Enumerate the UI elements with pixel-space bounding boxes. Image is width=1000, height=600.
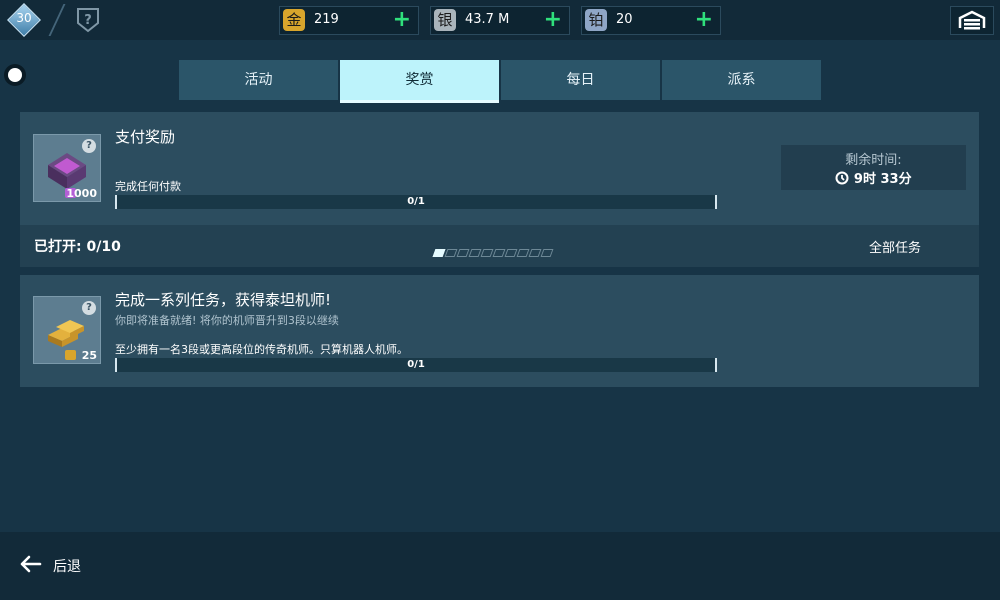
tab-rewards[interactable]: 奖赏 — [340, 60, 499, 103]
timer-value: 9时 33分 — [781, 168, 966, 187]
card-subtitle: 你即将准备就绪! 将你的机师晋升到3段以继续 — [115, 314, 339, 327]
gold-resource: 金 219 + — [279, 6, 419, 35]
add-silver-button[interactable]: + — [544, 7, 562, 33]
divider — [48, 4, 66, 36]
timer-label: 剩余时间: — [845, 153, 902, 168]
page-dot — [492, 249, 506, 257]
help-shield-icon[interactable]: ? — [76, 7, 100, 33]
back-arrow-icon[interactable] — [18, 554, 42, 578]
payment-reward-card: ? 1000 支付奖励 完成任何付款 0/1 剩余时间: 9时 33分 — [20, 112, 979, 225]
reward-quantity: 25 — [81, 349, 97, 362]
bottom-bar: 后退 — [0, 532, 1000, 600]
hangar-icon — [958, 10, 986, 30]
all-tasks-button[interactable]: 全部任务 — [869, 237, 921, 256]
page-dot — [468, 249, 482, 257]
top-bar: 30 ? 金 219 + 银 43.7 M + 铂 20 + — [0, 0, 1000, 40]
remaining-time-box: 剩余时间: 9时 33分 — [781, 145, 966, 190]
card-title: 完成一系列任务，获得泰坦机师! — [115, 291, 332, 309]
tab-daily[interactable]: 每日 — [501, 60, 660, 100]
tab-activity[interactable]: 活动 — [179, 60, 338, 100]
page-indicator — [432, 242, 554, 257]
platinum-amount: 20 — [616, 12, 633, 27]
progress-bar: 0/1 — [115, 358, 717, 372]
platinum-resource: 铂 20 + — [581, 6, 721, 35]
page-dot — [480, 249, 494, 257]
page-dot — [456, 249, 470, 257]
reward-quantity: 1000 — [66, 187, 97, 200]
pilot-mission-card: ? 25 完成一系列任务，获得泰坦机师! 你即将准备就绪! 将你的机师晋升到3段… — [20, 275, 979, 387]
hangar-button[interactable] — [950, 6, 994, 35]
player-level-badge[interactable]: 30 — [7, 3, 41, 37]
page-dot — [432, 249, 446, 257]
silver-amount: 43.7 M — [465, 12, 510, 27]
info-icon[interactable]: ? — [82, 139, 96, 153]
side-menu-toggle[interactable] — [4, 64, 26, 86]
opened-count: 已打开: 0/10 — [34, 239, 121, 255]
reward-thumbnail[interactable]: ? 25 — [33, 296, 101, 364]
progress-text: 0/1 — [407, 359, 425, 370]
gold-amount: 219 — [314, 12, 339, 27]
info-icon[interactable]: ? — [82, 301, 96, 315]
task-text: 至少拥有一名3段或更高段位的传奇机师。只算机器人机师。 — [115, 343, 408, 356]
platinum-coin-icon: 铂 — [585, 9, 607, 31]
add-gold-button[interactable]: + — [393, 7, 411, 33]
page-dot — [528, 249, 542, 257]
card-title: 支付奖励 — [115, 128, 176, 146]
page-dot — [504, 249, 518, 257]
back-button[interactable]: 后退 — [53, 556, 81, 576]
player-level: 30 — [16, 11, 32, 25]
page-dot — [540, 249, 554, 257]
progress-text: 0/1 — [407, 196, 425, 207]
reward-thumbnail[interactable]: ? 1000 — [33, 134, 101, 202]
page-dot — [516, 249, 530, 257]
timer-value-text: 9时 33分 — [853, 172, 912, 187]
add-platinum-button[interactable]: + — [695, 7, 713, 33]
gold-coin-icon: 金 — [283, 9, 305, 31]
progress-bar: 0/1 — [115, 195, 717, 209]
silver-resource: 银 43.7 M + — [430, 6, 570, 35]
task-text: 完成任何付款 — [115, 180, 181, 193]
page-dot — [444, 249, 458, 257]
svg-text:?: ? — [84, 13, 92, 28]
clock-icon — [835, 171, 849, 185]
gold-mini-icon — [65, 350, 76, 360]
tab-faction[interactable]: 派系 — [662, 60, 821, 100]
silver-coin-icon: 银 — [434, 9, 456, 31]
opened-footer: 已打开: 0/10 全部任务 — [20, 225, 979, 267]
